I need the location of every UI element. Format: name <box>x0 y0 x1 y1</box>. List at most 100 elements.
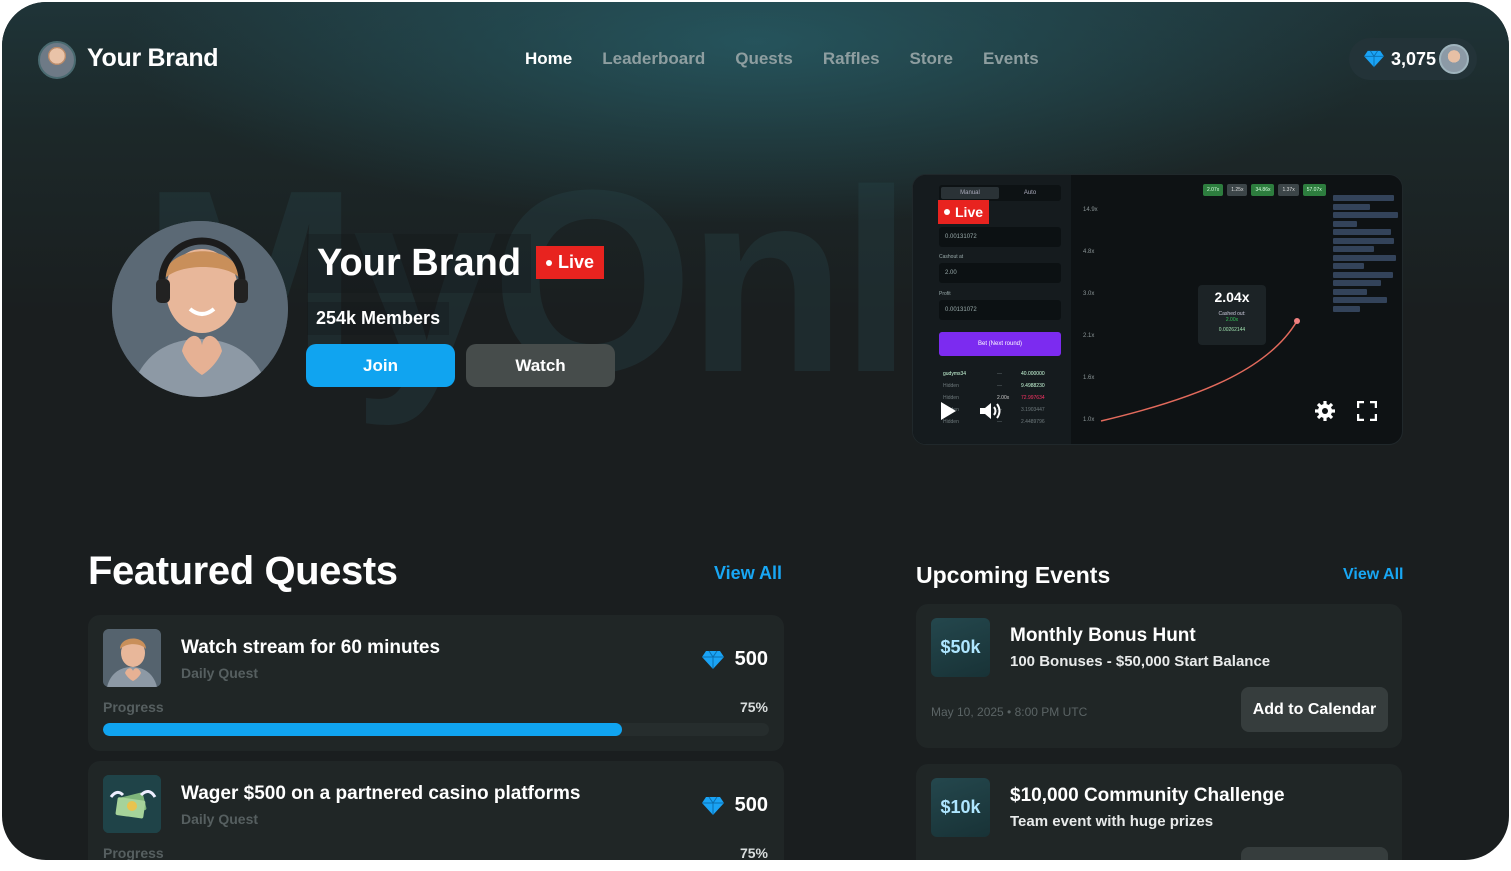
bet-mult: — <box>997 383 1002 389</box>
diamond-icon <box>701 796 724 815</box>
gear-icon[interactable] <box>1314 400 1336 422</box>
player-tab-manual: Manual <box>941 187 999 199</box>
main-nav: Home Leaderboard Quests Raffles Store Ev… <box>525 49 1039 69</box>
multiplier-pill: 57.07x <box>1302 184 1326 196</box>
bet-amount: 40.000000 <box>1021 371 1045 377</box>
featured-quests-view-all-link[interactable]: View All <box>714 563 782 584</box>
event-subtitle: 100 Bonuses - $50,000 Start Balance <box>1010 653 1271 670</box>
bet-user: gudyms34 <box>943 371 967 377</box>
quest-reward-value: 500 <box>734 794 768 816</box>
quest-card[interactable]: Watch stream for 60 minutes Daily Quest … <box>88 615 784 751</box>
live-badge: Live <box>536 246 605 279</box>
quest-reward: 500 <box>701 794 768 817</box>
stream-player[interactable]: Manual Auto 0.00131072 Cashout at 2.00 P… <box>912 174 1403 445</box>
watch-button[interactable]: Watch <box>466 344 615 387</box>
event-prize-badge: $50k <box>931 618 990 677</box>
event-card[interactable]: $50k Monthly Bonus Hunt 100 Bonuses - $5… <box>916 604 1402 748</box>
top-header: Your Brand Home Leaderboard Quests Raffl… <box>2 2 1509 106</box>
balance-pill[interactable]: 3,075 <box>1349 38 1477 80</box>
app-frame: MyOnl Your Brand Home Leaderboard Quests… <box>2 2 1509 860</box>
player-bet-row: gudyms34 — 40.000000 <box>943 371 1061 381</box>
featured-quests-title: Featured Quests <box>88 549 398 593</box>
multiplier-pill: 1.37x <box>1278 184 1299 196</box>
quest-title: Wager $500 on a partnered casino platfor… <box>181 783 581 804</box>
y-tick: 2.1x <box>1083 333 1094 339</box>
player-live-badge: Live <box>938 200 990 224</box>
player-controls <box>913 396 1402 426</box>
quest-thumbnail <box>103 629 161 687</box>
y-tick: 3.0x <box>1083 291 1094 297</box>
y-tick: 4.8x <box>1083 249 1094 255</box>
add-to-calendar-button[interactable]: Add to Calendar <box>1241 687 1388 732</box>
nav-item-quests[interactable]: Quests <box>735 49 793 69</box>
player-multiplier-box: 2.04x Cashed out: 2.00x 0.00262144 <box>1198 285 1266 345</box>
streamer-title: Your Brand <box>307 234 532 293</box>
player-multiplier: 2.04x <box>1214 289 1250 305</box>
player-bet-button: Bet (Next round) <box>939 332 1061 356</box>
event-subtitle: Team event with huge prizes <box>1010 813 1214 830</box>
bet-mult: — <box>997 371 1002 377</box>
live-label: Live <box>558 252 595 272</box>
multiplier-pill: 2.07x <box>1203 184 1224 196</box>
live-dot-icon <box>546 259 552 266</box>
quest-card[interactable]: Wager $500 on a partnered casino platfor… <box>88 761 784 860</box>
balance-value: 3,075 <box>1391 48 1437 69</box>
event-card[interactable]: $10k $10,000 Community Challenge Team ev… <box>916 764 1402 860</box>
user-avatar[interactable] <box>1439 44 1469 74</box>
quest-thumbnail <box>103 775 161 833</box>
upcoming-events-title: Upcoming Events <box>916 562 1111 588</box>
event-title: $10,000 Community Challenge <box>1010 785 1285 806</box>
progress-label: Progress <box>103 845 164 860</box>
join-button[interactable]: Join <box>306 344 455 387</box>
player-cashed-out-amount: 0.00262144 <box>1218 327 1246 333</box>
member-count: 254k Members <box>307 302 450 335</box>
quest-title: Watch stream for 60 minutes <box>181 637 441 658</box>
nav-item-leaderboard[interactable]: Leaderboard <box>602 49 705 69</box>
player-profit-field: 0.00131072 <box>939 300 1061 320</box>
event-date: May 10, 2025 • 8:00 PM UTC <box>931 705 1088 719</box>
bet-user: Hidden <box>943 383 959 389</box>
player-mode-tabs: Manual Auto <box>939 185 1061 201</box>
nav-item-raffles[interactable]: Raffles <box>823 49 880 69</box>
player-live-label: Live <box>955 204 984 220</box>
upcoming-events-view-all-link[interactable]: View All <box>1343 566 1403 584</box>
player-profit-label: Profit <box>939 291 951 297</box>
quest-subtitle: Daily Quest <box>181 811 259 827</box>
y-tick: 14.9x <box>1083 207 1098 213</box>
nav-item-events[interactable]: Events <box>983 49 1039 69</box>
event-title: Monthly Bonus Hunt <box>1010 625 1196 646</box>
y-tick: 1.6x <box>1083 375 1094 381</box>
brand-name[interactable]: Your Brand <box>87 44 219 73</box>
recent-multipliers: 2.07x 1.25x 34.86x 1.37x 57.07x <box>1203 184 1326 196</box>
event-action-button[interactable] <box>1241 847 1388 860</box>
multiplier-pill: 34.86x <box>1251 184 1275 196</box>
player-amount-field: 0.00131072 <box>939 227 1061 247</box>
bet-amount: 9.4988230 <box>1021 383 1045 389</box>
player-cashed-out-value: 2.00x <box>1225 317 1239 323</box>
brand-logo[interactable] <box>38 41 76 79</box>
progress-percent: 75% <box>739 845 768 860</box>
player-chat-feed <box>1333 195 1401 325</box>
volume-icon[interactable] <box>979 401 1005 421</box>
progress-percent: 75% <box>739 699 768 715</box>
player-tab-auto: Auto <box>1023 190 1037 196</box>
player-cashout-label: Cashout at <box>939 254 964 260</box>
quest-subtitle: Daily Quest <box>181 665 259 681</box>
nav-item-home[interactable]: Home <box>525 49 572 69</box>
crash-point <box>1294 318 1300 324</box>
progress-fill <box>103 723 623 736</box>
streamer-avatar <box>112 221 288 397</box>
progress-bar <box>103 723 769 736</box>
player-cashout-field: 2.00 <box>939 263 1061 283</box>
quest-reward: 500 <box>701 648 768 671</box>
live-dot-icon <box>944 209 950 215</box>
nav-item-store[interactable]: Store <box>910 49 953 69</box>
progress-label: Progress <box>103 699 164 715</box>
play-icon[interactable] <box>941 402 956 420</box>
player-bet-row: Hidden — 9.4988230 <box>943 383 1061 393</box>
quest-reward-value: 500 <box>734 648 768 670</box>
diamond-icon <box>1364 50 1384 68</box>
diamond-icon <box>701 650 724 669</box>
fullscreen-icon[interactable] <box>1357 401 1377 421</box>
multiplier-pill: 1.25x <box>1227 184 1248 196</box>
